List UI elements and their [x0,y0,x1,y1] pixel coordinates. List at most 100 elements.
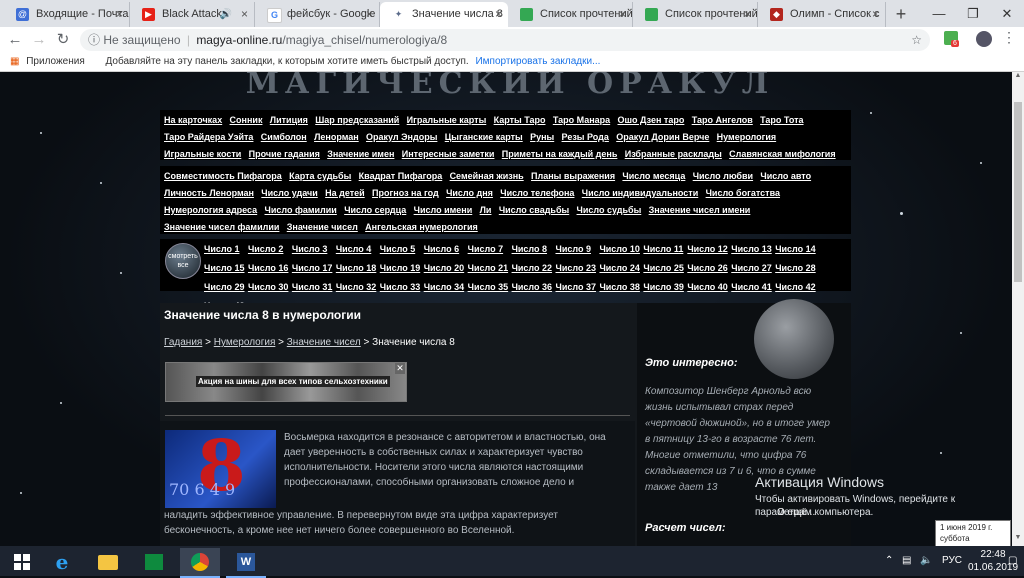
numerology-menu-link[interactable]: Число дня [446,188,493,199]
minimize-button[interactable]: — [922,0,956,27]
notifications-icon[interactable]: ▢ [1008,546,1017,576]
numerology-menu-link[interactable]: Карта судьбы [289,171,351,182]
chrome-taskbar-icon[interactable] [180,548,220,578]
tab-reading-list-1[interactable]: Список прочтений × [508,2,633,27]
ad-banner[interactable]: Акция на шины для всех типов сельхозтехн… [165,362,407,402]
menu-link[interactable]: Игральные карты [407,115,487,126]
bookmark-star-icon[interactable]: ☆ [911,29,922,51]
number-link[interactable]: Число 27 [731,263,772,274]
number-link[interactable]: Число 29 [204,282,245,293]
file-explorer-icon[interactable] [88,548,128,576]
maximize-button[interactable]: ❐ [956,0,990,27]
numerology-menu-link[interactable]: Значение чисел [287,222,358,233]
menu-link[interactable]: Таро Манара [553,115,610,126]
tray-arrow-icon[interactable]: ⌃ [885,546,893,576]
menu-link[interactable]: Таро Райдера Уэйта [164,132,253,143]
breadcrumb-number-meanings[interactable]: Значение чисел [287,337,361,348]
close-icon[interactable]: × [241,2,248,27]
volume-icon[interactable]: 🔈 [920,546,932,576]
import-bookmarks-link[interactable]: Импортировать закладки... [475,56,600,67]
word-icon[interactable]: W [226,548,266,578]
number-link[interactable]: Число 4 [336,244,377,255]
back-button[interactable]: ← [4,29,26,51]
numerology-menu-link[interactable]: Ли [480,205,492,216]
number-link[interactable]: Число 26 [687,263,728,274]
number-link[interactable]: Число 2 [248,244,289,255]
number-link[interactable]: Число 35 [468,282,509,293]
menu-link[interactable]: Резы Рода [562,132,609,143]
number-link[interactable]: Число 9 [556,244,597,255]
menu-link[interactable]: Приметы на каждый день [502,149,618,160]
close-icon[interactable]: × [495,2,502,27]
menu-link[interactable]: Ленорман [314,132,359,143]
number-link[interactable]: Число 42 [775,282,816,293]
numerology-menu-link[interactable]: Семейная жизнь [450,171,524,182]
menu-link[interactable]: Интересные заметки [402,149,495,160]
tab-mail[interactable]: @ Входящие - Почта × [4,2,130,27]
number-link[interactable]: Число 20 [424,263,465,274]
menu-kebab-icon[interactable]: ⋮ [1002,29,1016,46]
number-link[interactable]: Число 19 [380,263,421,274]
store-icon[interactable] [134,548,174,576]
number-link[interactable]: Число 39 [643,282,684,293]
profile-avatar[interactable] [976,31,992,47]
number-link[interactable]: Число 33 [380,282,421,293]
menu-link[interactable]: Ошо Дзен таро [618,115,685,126]
number-link[interactable]: Число 18 [336,263,377,274]
scroll-down-arrow[interactable]: ▼ [1012,534,1024,546]
numerology-menu-link[interactable]: Планы выражения [531,171,615,182]
menu-link[interactable]: Славянская мифология [729,149,835,160]
menu-link[interactable]: Цыганские карты [445,132,523,143]
info-icon[interactable]: ⓘ [88,33,100,47]
number-link[interactable]: Число 41 [731,282,772,293]
new-tab-button[interactable]: + [890,3,912,25]
number-link[interactable]: Число 25 [643,263,684,274]
numerology-menu-link[interactable]: Число удачи [261,188,318,199]
numerology-menu-link[interactable]: Нумерология адреса [164,205,257,216]
tab-youtube[interactable]: ▶ Black Attack - 🔊 × [130,2,255,27]
number-link[interactable]: Число 7 [468,244,509,255]
numerology-menu-link[interactable]: Прогноз на год [372,188,439,199]
number-link[interactable]: Число 14 [775,244,816,255]
number-link[interactable]: Число 40 [687,282,728,293]
scrollbar-thumb[interactable] [1014,102,1022,282]
ie-icon[interactable]: e [42,548,82,576]
numerology-menu-link[interactable]: Число богатства [706,188,780,199]
tab-reading-list-2[interactable]: Список прочтений × [633,2,758,27]
number-link[interactable]: Число 24 [599,263,640,274]
numerology-menu-link[interactable]: Число фамилии [265,205,337,216]
forward-button[interactable]: → [28,29,50,51]
language-indicator[interactable]: РУС [942,546,962,576]
menu-link[interactable]: Оракул Эндоры [366,132,437,143]
number-link[interactable]: Число 6 [424,244,465,255]
number-link[interactable]: Число 36 [512,282,553,293]
close-icon[interactable]: × [619,2,626,27]
numerology-menu-link[interactable]: Совместимость Пифагора [164,171,282,182]
numerology-menu-link[interactable]: Квадрат Пифагора [359,171,443,182]
numerology-menu-link[interactable]: Число телефона [500,188,574,199]
number-link[interactable]: Число 21 [468,263,509,274]
tab-olimp[interactable]: ◆ Олимп - Список с × [758,2,886,27]
menu-link[interactable]: Оракул Дорин Верче [616,132,709,143]
numerology-menu-link[interactable]: Число месяца [622,171,685,182]
apps-link[interactable]: Приложения [26,56,85,67]
numerology-menu-link[interactable]: Ангельская нумерология [365,222,478,233]
breadcrumb-divination[interactable]: Гадания [164,337,202,348]
start-button[interactable] [2,548,42,576]
number-link[interactable]: Число 11 [643,244,684,255]
page-scrollbar[interactable]: ▲ ▼ [1012,72,1024,546]
apps-icon[interactable]: ▦ [10,56,19,67]
numerology-menu-link[interactable]: Число сердца [344,205,406,216]
number-link[interactable]: Число 38 [599,282,640,293]
numerology-menu-link[interactable]: На детей [325,188,365,199]
close-icon[interactable]: × [116,2,123,27]
reload-button[interactable]: ↻ [52,29,74,51]
numerology-menu-link[interactable]: Число любви [693,171,753,182]
menu-link[interactable]: На карточках [164,115,222,126]
number-link[interactable]: Число 5 [380,244,421,255]
tab-google[interactable]: G фейсбук - Google × [255,2,380,27]
numerology-menu-link[interactable]: Число свадьбы [499,205,569,216]
menu-link[interactable]: Прочие гадания [249,149,320,160]
number-link[interactable]: Число 23 [556,263,597,274]
site-logo[interactable]: МАГИЧЕСКИЙ ОРАКУЛ [170,72,850,101]
